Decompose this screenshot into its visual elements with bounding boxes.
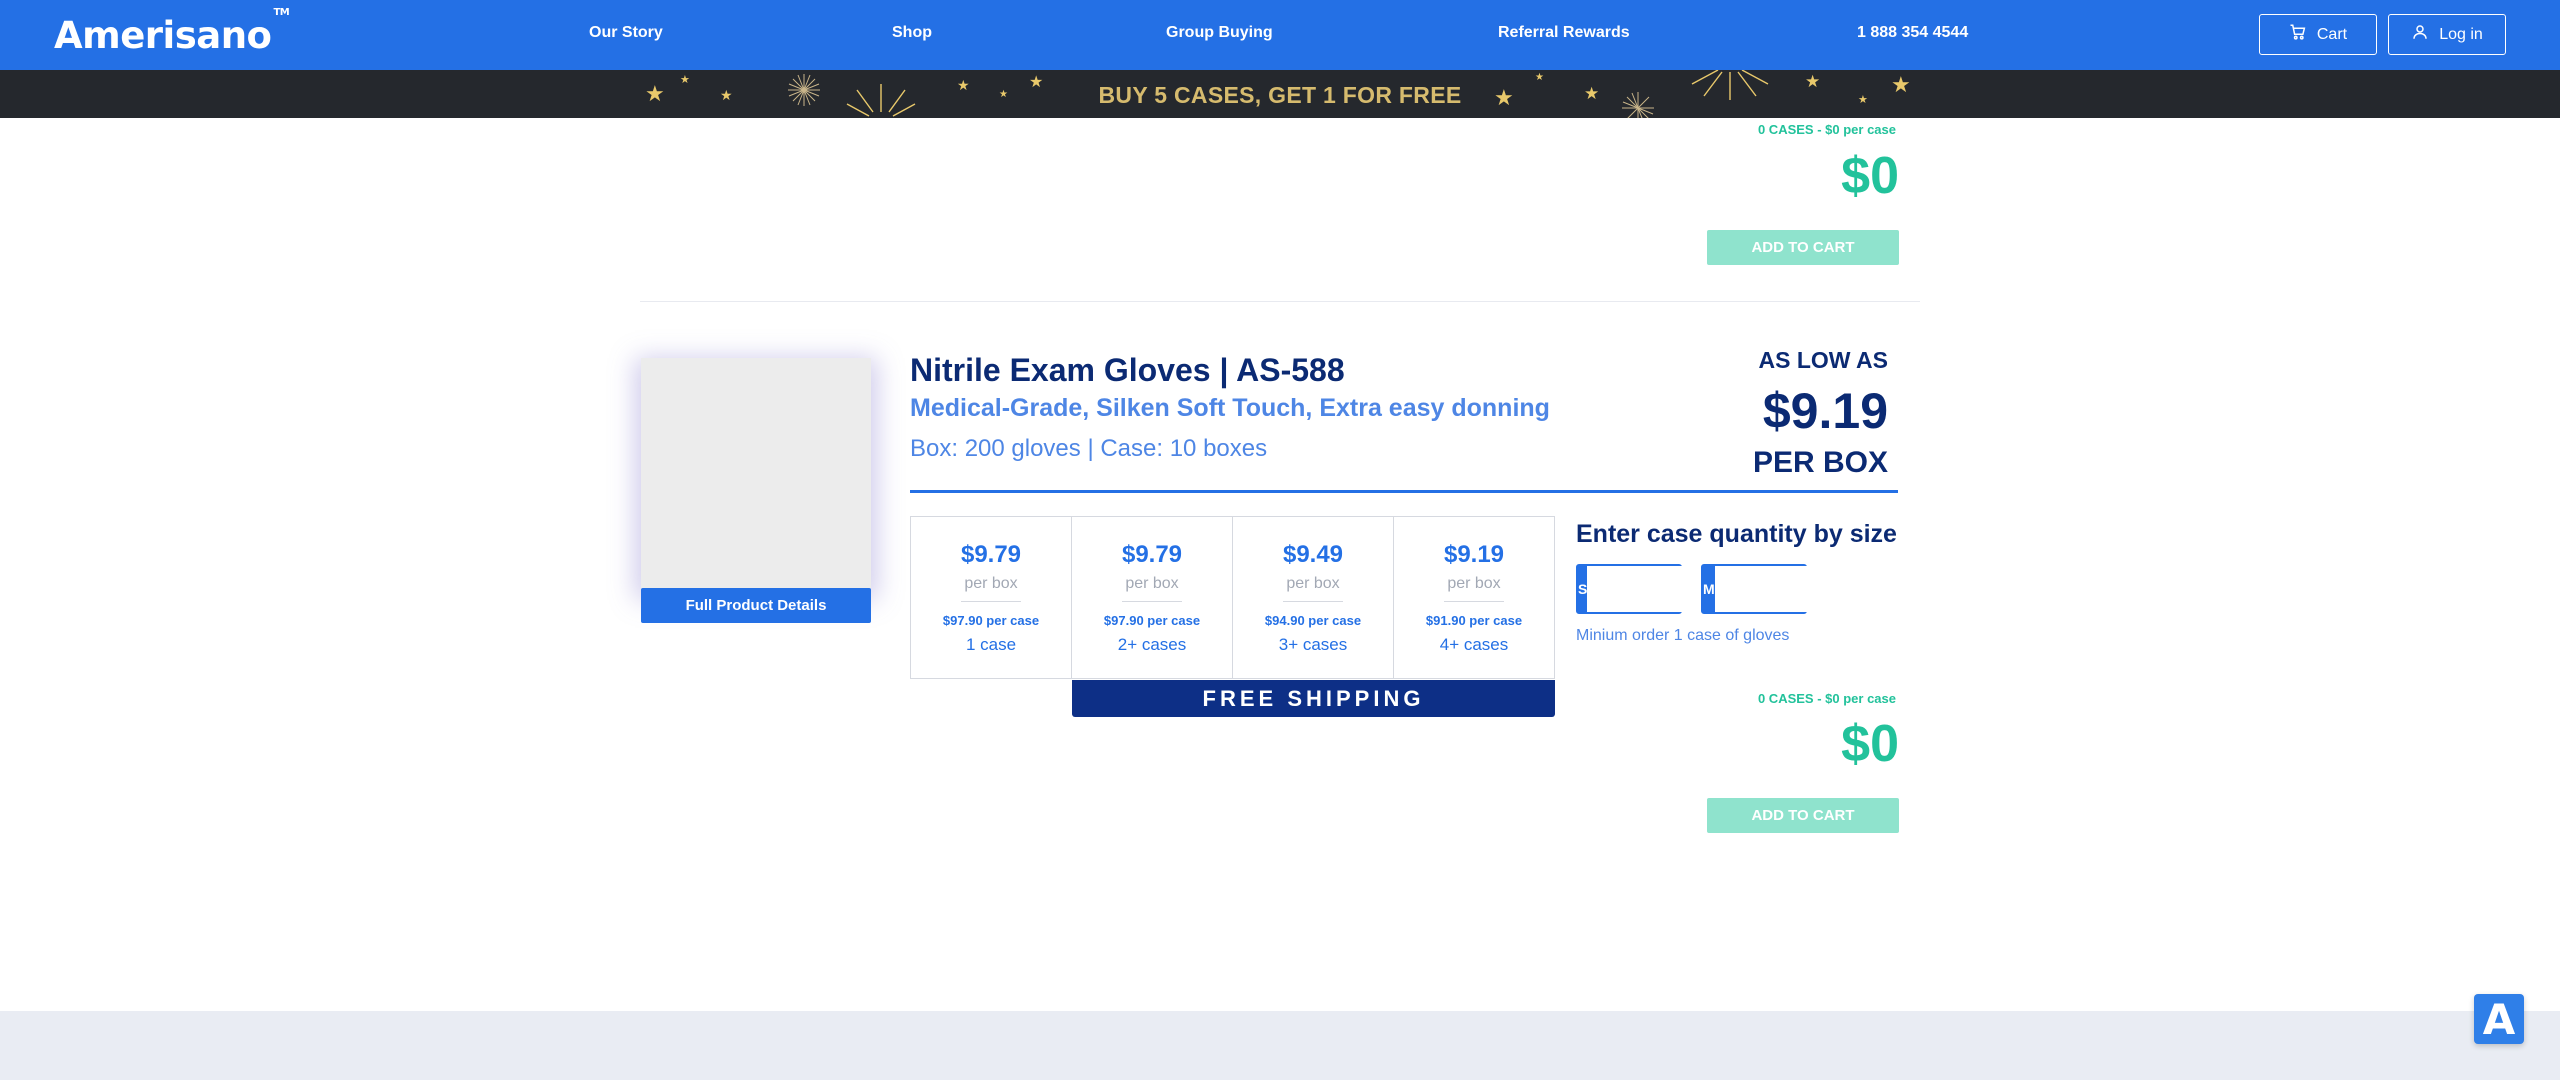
nav-phone-number[interactable]: 1 888 354 4544 [1857, 24, 1968, 42]
login-label: Log in [2439, 25, 2483, 43]
promo-banner[interactable]: ★ ★ ★ ★ ★ ★ BUY 5 CASES, GET 1 FOR FREE … [0, 70, 2560, 118]
tier-case-price: $97.90 per case [1103, 613, 1201, 628]
accessibility-button[interactable]: A [2474, 994, 2524, 1044]
add-to-cart-button[interactable]: ADD TO CART [1707, 230, 1899, 265]
nav-our-story[interactable]: Our Story [589, 24, 663, 42]
size-m-quantity: M [1701, 564, 1963, 614]
page: AmerisanoTM Our Story Shop Group Buying … [0, 0, 2560, 1080]
firework-icon [1690, 70, 1770, 109]
section-divider [640, 301, 1920, 302]
logo-trademark: TM [273, 6, 290, 18]
tier-price: $9.19 [1443, 541, 1505, 568]
order-total: $0 [1841, 147, 1899, 205]
tier-case-price: $97.90 per case [942, 613, 1040, 628]
full-product-details-button[interactable]: Full Product Details [641, 588, 871, 623]
title-underline [910, 490, 1898, 493]
star-icon: ★ [1535, 72, 1544, 83]
quantity-title: Enter case quantity by size [1576, 520, 1897, 548]
nav-shop[interactable]: Shop [892, 24, 932, 42]
size-m-input[interactable] [1714, 566, 1963, 612]
cases-summary: 0 CASES - $0 per case [1757, 691, 1896, 706]
tier-unit: per box [964, 575, 1018, 592]
free-shipping-banner: FREE SHIPPING [1072, 680, 1555, 717]
cases-summary: 0 CASES - $0 per case [1757, 122, 1896, 137]
logo[interactable]: AmerisanoTM [54, 7, 290, 57]
tier-unit: per box [1286, 575, 1340, 592]
product-title: Nitrile Exam Gloves | AS-588 [910, 352, 1345, 388]
tier-price: $9.79 [960, 541, 1022, 568]
lowest-price: $9.19 [1762, 383, 1888, 439]
product-image[interactable] [641, 358, 871, 588]
minimum-order-note: Minium order 1 case of gloves [1576, 627, 1790, 644]
tier-case-price: $91.90 per case [1425, 613, 1523, 628]
nav-referral-rewards[interactable]: Referral Rewards [1498, 24, 1630, 42]
logo-text: Amerisano [54, 14, 272, 57]
tier-separator [1122, 601, 1182, 602]
tier-quantity: 4+ cases [1439, 635, 1509, 654]
nav-group-buying[interactable]: Group Buying [1166, 24, 1273, 42]
cart-button[interactable]: Cart [2259, 14, 2377, 55]
product-subtitle: Medical-Grade, Silken Soft Touch, Extra … [910, 394, 1550, 422]
size-label: M [1703, 566, 1715, 612]
price-tier: $9.79 per box $97.90 per case 1 case [911, 517, 1072, 678]
price-tier: $9.79 per box $97.90 per case 2+ cases [1072, 517, 1233, 678]
tier-unit: per box [1125, 575, 1179, 592]
product-packaging: Box: 200 gloves | Case: 10 boxes [910, 435, 1268, 462]
promo-text: BUY 5 CASES, GET 1 FOR FREE [1098, 82, 1462, 108]
price-tier: $9.19 per box $91.90 per case 4+ cases [1394, 517, 1554, 678]
add-to-cart-button[interactable]: ADD TO CART [1707, 798, 1899, 833]
tier-separator [1444, 601, 1504, 602]
tier-price: $9.49 [1282, 541, 1344, 568]
price-tiers: $9.79 per box $97.90 per case 1 case $9.… [910, 516, 1555, 679]
size-label: S [1578, 566, 1588, 612]
tier-quantity: 2+ cases [1117, 635, 1187, 654]
tier-case-price: $94.90 per case [1264, 613, 1362, 628]
tier-separator [961, 601, 1021, 602]
tier-price: $9.79 [1121, 541, 1183, 568]
per-box-label: PER BOX [1752, 446, 1888, 479]
login-button[interactable]: Log in [2388, 14, 2506, 55]
star-icon: ★ [1805, 72, 1821, 91]
size-s-quantity: S [1576, 564, 1836, 614]
order-total: $0 [1841, 715, 1899, 773]
tier-unit: per box [1447, 575, 1501, 592]
footer-strip [0, 1011, 2560, 1080]
star-icon: ★ [1891, 72, 1911, 97]
star-icon: ★ [1494, 85, 1514, 110]
site-header: AmerisanoTM Our Story Shop Group Buying … [0, 0, 2560, 70]
cart-icon [2289, 23, 2307, 46]
firework-icon [1620, 90, 1656, 118]
user-icon [2411, 23, 2429, 46]
star-icon: ★ [1858, 94, 1868, 106]
cart-label: Cart [2316, 25, 2348, 43]
tier-quantity: 1 case [965, 635, 1017, 654]
price-tier: $9.49 per box $94.90 per case 3+ cases [1233, 517, 1394, 678]
tier-quantity: 3+ cases [1278, 635, 1348, 654]
star-icon: ★ [1584, 84, 1600, 103]
tier-separator [1283, 601, 1343, 602]
as-low-as-label: AS LOW AS [1758, 347, 1888, 373]
